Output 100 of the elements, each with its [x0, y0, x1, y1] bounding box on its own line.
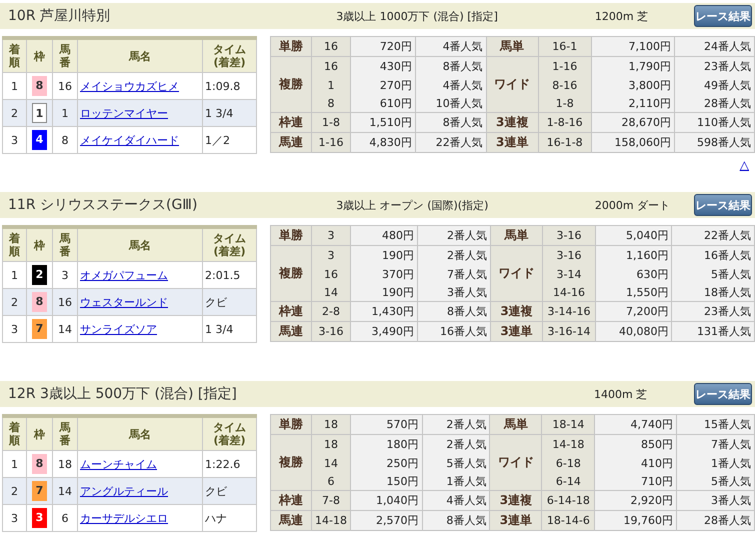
- race-result-button[interactable]: レース結果: [694, 194, 752, 216]
- bet-type-cell: 枠連: [270, 302, 312, 322]
- race-result-button[interactable]: レース結果: [694, 5, 752, 27]
- combination-cell: 14-18: [542, 434, 595, 454]
- combination-cell: 3-16: [542, 226, 596, 246]
- popularity-cell: 16番人気: [417, 322, 491, 342]
- bet-type-cell: 単勝: [270, 36, 312, 56]
- combination-cell: 6: [312, 472, 350, 490]
- payout-cell: 720円: [350, 36, 416, 56]
- race-conditions: 3歳以上 1000万下 (混合) [指定]: [336, 8, 499, 24]
- horse-number-cell: 1: [52, 100, 78, 126]
- payout-cell: 630円: [596, 265, 672, 283]
- popularity-cell: 4番人気: [422, 490, 490, 510]
- bet-type-cell: 複勝: [270, 246, 312, 302]
- popularity-cell: 15番人気: [676, 414, 754, 434]
- payout-cell: 3,800円: [591, 76, 674, 94]
- payout-cell: 28,670円: [591, 112, 674, 132]
- popularity-cell: 8番人気: [417, 302, 491, 322]
- combination-cell: 1-8: [312, 112, 350, 132]
- payout-cell: 2,110円: [591, 94, 674, 112]
- combination-cell: 14: [312, 283, 350, 302]
- horse-number-cell: 8: [52, 126, 78, 154]
- combination-cell: 1-8-16: [538, 112, 592, 132]
- payout-cell: 250円: [350, 454, 422, 472]
- time-cell: クビ: [202, 288, 256, 316]
- payout-cell: 610円: [350, 94, 416, 112]
- payout-cell: 150円: [350, 472, 422, 490]
- popularity-cell: 23番人気: [672, 302, 754, 322]
- bet-type-cell: 枠連: [270, 490, 312, 510]
- bet-type-cell: 3連複: [486, 112, 538, 132]
- combination-cell: 14-16: [542, 283, 596, 302]
- popularity-cell: 8番人気: [415, 56, 486, 76]
- bet-type-cell: ワイド: [490, 246, 543, 302]
- popularity-cell: 5番人気: [672, 265, 754, 283]
- bet-type-cell: 複勝: [270, 56, 312, 112]
- popularity-cell: 49番人気: [674, 76, 754, 94]
- race-result-button[interactable]: レース結果: [694, 383, 752, 405]
- combination-cell: 8-16: [538, 76, 592, 94]
- popularity-cell: 110番人気: [674, 112, 754, 132]
- bet-type-cell: 馬単: [490, 226, 543, 246]
- frame-number: 1: [32, 103, 47, 123]
- payout-cell: 40,080円: [596, 322, 672, 342]
- race-course: 2000m ダート: [594, 198, 672, 212]
- payout-cell: 19,760円: [594, 510, 676, 530]
- payout-cell: 570円: [350, 414, 422, 434]
- payout-cell: 1,160円: [596, 246, 672, 265]
- combination-cell: 3-14-16: [542, 302, 596, 322]
- combination-cell: 2-8: [312, 302, 350, 322]
- time-cell: 1／2: [202, 126, 256, 154]
- popularity-cell: 22番人気: [415, 132, 486, 152]
- combination-cell: 6-18: [542, 454, 595, 472]
- payout-cell: 190円: [350, 283, 418, 302]
- combination-cell: 6-14: [542, 472, 595, 490]
- column-header: タイム (着差): [202, 38, 256, 72]
- bet-type-cell: 馬連: [270, 322, 312, 342]
- payout-cell: 370円: [350, 265, 418, 283]
- column-header: 枠: [26, 38, 52, 72]
- popularity-cell: 131番人気: [672, 322, 754, 342]
- combination-cell: 16-1: [538, 36, 592, 56]
- popularity-cell: 28番人気: [674, 94, 754, 112]
- combination-cell: 1-8: [538, 94, 592, 112]
- combination-cell: 16: [312, 265, 350, 283]
- combination-cell: 8: [312, 94, 350, 112]
- payout-cell: 2,920円: [594, 490, 676, 510]
- payout-cell: 1,430円: [350, 302, 418, 322]
- combination-cell: 3: [312, 226, 350, 246]
- popularity-cell: 24番人気: [674, 36, 754, 56]
- bet-type-cell: 3連単: [490, 322, 543, 342]
- column-header: タイム (着差): [202, 416, 256, 450]
- payout-cell: 7,100円: [591, 36, 674, 56]
- popularity-cell: 1番人気: [422, 472, 490, 490]
- bet-type-cell: ワイド: [490, 434, 542, 490]
- frame-number: 8: [32, 454, 47, 474]
- bet-type-cell: 馬単: [486, 36, 538, 56]
- race-title: 11R シリウスステークス(GⅢ): [8, 196, 198, 214]
- payout-cell: 270円: [350, 76, 416, 94]
- payout-cell: 430円: [350, 56, 416, 76]
- combination-cell: 14-18: [312, 510, 350, 530]
- column-header: 着順: [2, 38, 26, 72]
- payout-cell: 1,550円: [596, 283, 672, 302]
- column-header: 枠: [26, 227, 52, 262]
- popularity-cell: 3番人気: [676, 490, 754, 510]
- horse-number-cell: 14: [52, 478, 78, 504]
- column-header: 馬名: [78, 38, 202, 72]
- bet-type-cell: 3連単: [490, 510, 542, 530]
- bet-type-cell: 3連複: [490, 490, 542, 510]
- combination-cell: 16: [312, 56, 350, 76]
- back-to-top-link[interactable]: △: [740, 158, 749, 176]
- column-header: 枠: [26, 416, 52, 450]
- race-course: 1200m 芝: [594, 8, 650, 24]
- popularity-cell: 16番人気: [672, 246, 754, 265]
- combination-cell: 18-14-6: [542, 510, 595, 530]
- bet-type-cell: 単勝: [270, 226, 312, 246]
- popularity-cell: 5番人気: [422, 454, 490, 472]
- column-header: 着順: [2, 227, 26, 262]
- column-header: 着順: [2, 416, 26, 450]
- column-header: タイム (着差): [202, 227, 256, 262]
- combination-cell: 1-16: [312, 132, 350, 152]
- popularity-cell: 7番人気: [676, 434, 754, 454]
- time-cell: 1 3/4: [202, 316, 256, 342]
